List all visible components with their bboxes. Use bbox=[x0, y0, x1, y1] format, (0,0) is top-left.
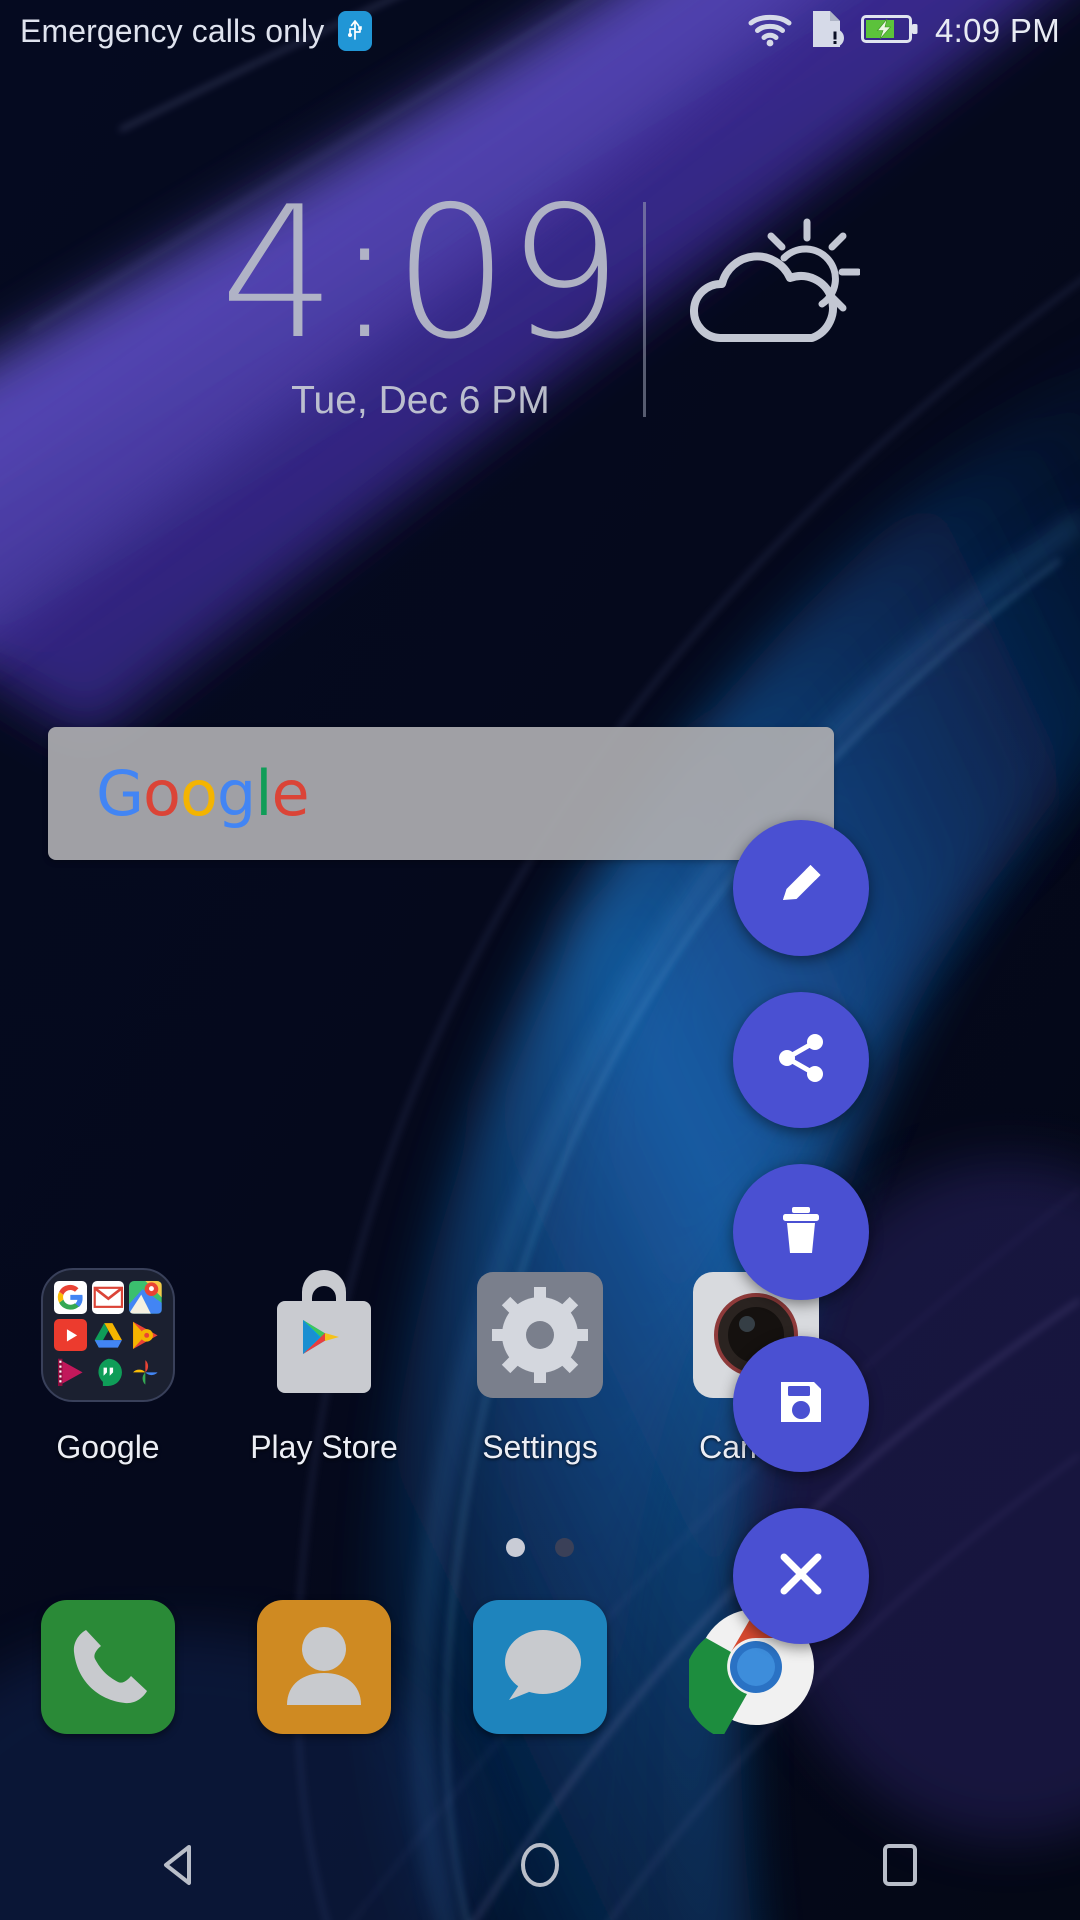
no-sim-card-icon bbox=[809, 8, 845, 55]
status-bar-clock: 4:09 PM bbox=[935, 12, 1060, 49]
usb-icon bbox=[338, 11, 373, 51]
message-bubble-icon[interactable] bbox=[473, 1600, 607, 1734]
clock-weather-widget[interactable]: 4:09 Tue, Dec 6 PM bbox=[0, 167, 1080, 423]
google-logo-letter: g bbox=[216, 757, 256, 830]
delete-fab-button[interactable] bbox=[733, 1164, 869, 1300]
share-fab-button[interactable] bbox=[733, 992, 869, 1128]
close-x-icon bbox=[770, 1543, 832, 1610]
folder-mini-youtube bbox=[54, 1318, 87, 1352]
page-dot-active[interactable] bbox=[506, 1538, 525, 1557]
widget-divider bbox=[642, 202, 646, 417]
carrier-label: Emergency calls only bbox=[20, 12, 325, 49]
google-logo-letter: o bbox=[179, 757, 218, 830]
edit-fab-button[interactable] bbox=[733, 820, 869, 956]
folder-mini-play-movies bbox=[54, 1356, 87, 1389]
dock-item-messaging[interactable] bbox=[432, 1600, 648, 1734]
google-folder-icon[interactable] bbox=[41, 1268, 175, 1402]
widget-clock-time: 4:09 bbox=[220, 167, 623, 379]
page-dot-inactive[interactable] bbox=[555, 1538, 574, 1557]
close-fab-button[interactable] bbox=[733, 1508, 869, 1644]
home-circle-icon bbox=[512, 1837, 568, 1898]
dock-item-phone[interactable] bbox=[0, 1600, 216, 1734]
dock-item-contacts[interactable] bbox=[216, 1600, 432, 1734]
recents-button[interactable] bbox=[820, 1815, 980, 1920]
app-item-google-folder[interactable]: Google bbox=[0, 1268, 216, 1466]
phone-icon[interactable] bbox=[41, 1600, 175, 1734]
contacts-person-icon[interactable] bbox=[257, 1600, 391, 1734]
widget-date: Tue, Dec 6 PM bbox=[291, 379, 550, 423]
google-logo-letter: o bbox=[143, 757, 181, 830]
trash-icon bbox=[770, 1199, 832, 1266]
google-logo-letter: e bbox=[271, 757, 310, 830]
battery-charging-icon bbox=[861, 13, 919, 50]
folder-mini-drive bbox=[92, 1319, 125, 1352]
folder-mini-hangouts bbox=[92, 1356, 125, 1389]
page-indicator bbox=[0, 1538, 1080, 1557]
app-label: Google bbox=[56, 1429, 160, 1465]
share-icon bbox=[770, 1027, 832, 1094]
dock bbox=[0, 1600, 1080, 1738]
floppy-save-icon bbox=[770, 1371, 832, 1438]
app-item-settings[interactable]: Settings bbox=[432, 1268, 648, 1466]
back-triangle-icon bbox=[152, 1837, 208, 1898]
status-bar[interactable]: Emergency calls only 4:09 PM bbox=[0, 0, 1080, 62]
settings-gear-icon[interactable] bbox=[473, 1268, 607, 1402]
folder-mini-maps bbox=[129, 1281, 162, 1314]
folder-mini-play-music bbox=[129, 1319, 162, 1352]
wifi-icon bbox=[747, 11, 793, 52]
back-button[interactable] bbox=[100, 1815, 260, 1920]
app-item-play-store[interactable]: Play Store bbox=[216, 1268, 432, 1466]
recents-square-icon bbox=[872, 1837, 928, 1898]
save-fab-button[interactable] bbox=[733, 1336, 869, 1472]
app-grid-row: Google Play Store Settings bbox=[0, 1268, 1080, 1466]
folder-mini-gmail bbox=[91, 1281, 125, 1314]
partly-cloudy-icon[interactable] bbox=[680, 212, 862, 377]
google-search-bar[interactable]: Google bbox=[48, 727, 834, 860]
app-label: Settings bbox=[482, 1429, 598, 1465]
google-logo-letter: l bbox=[255, 757, 272, 830]
google-logo-letter: G bbox=[96, 757, 144, 830]
status-bar-left: Emergency calls only bbox=[20, 11, 373, 51]
app-label: Play Store bbox=[250, 1429, 398, 1465]
clock-block[interactable]: 4:09 Tue, Dec 6 PM bbox=[220, 167, 643, 423]
home-button[interactable] bbox=[460, 1815, 620, 1920]
status-bar-right: 4:09 PM bbox=[747, 8, 1060, 55]
google-logo: Google bbox=[96, 757, 310, 830]
folder-mini-google bbox=[54, 1281, 87, 1314]
navigation-bar bbox=[0, 1815, 1080, 1920]
pencil-icon bbox=[770, 855, 832, 922]
play-store-icon[interactable] bbox=[257, 1268, 391, 1402]
folder-mini-photos bbox=[129, 1356, 162, 1389]
